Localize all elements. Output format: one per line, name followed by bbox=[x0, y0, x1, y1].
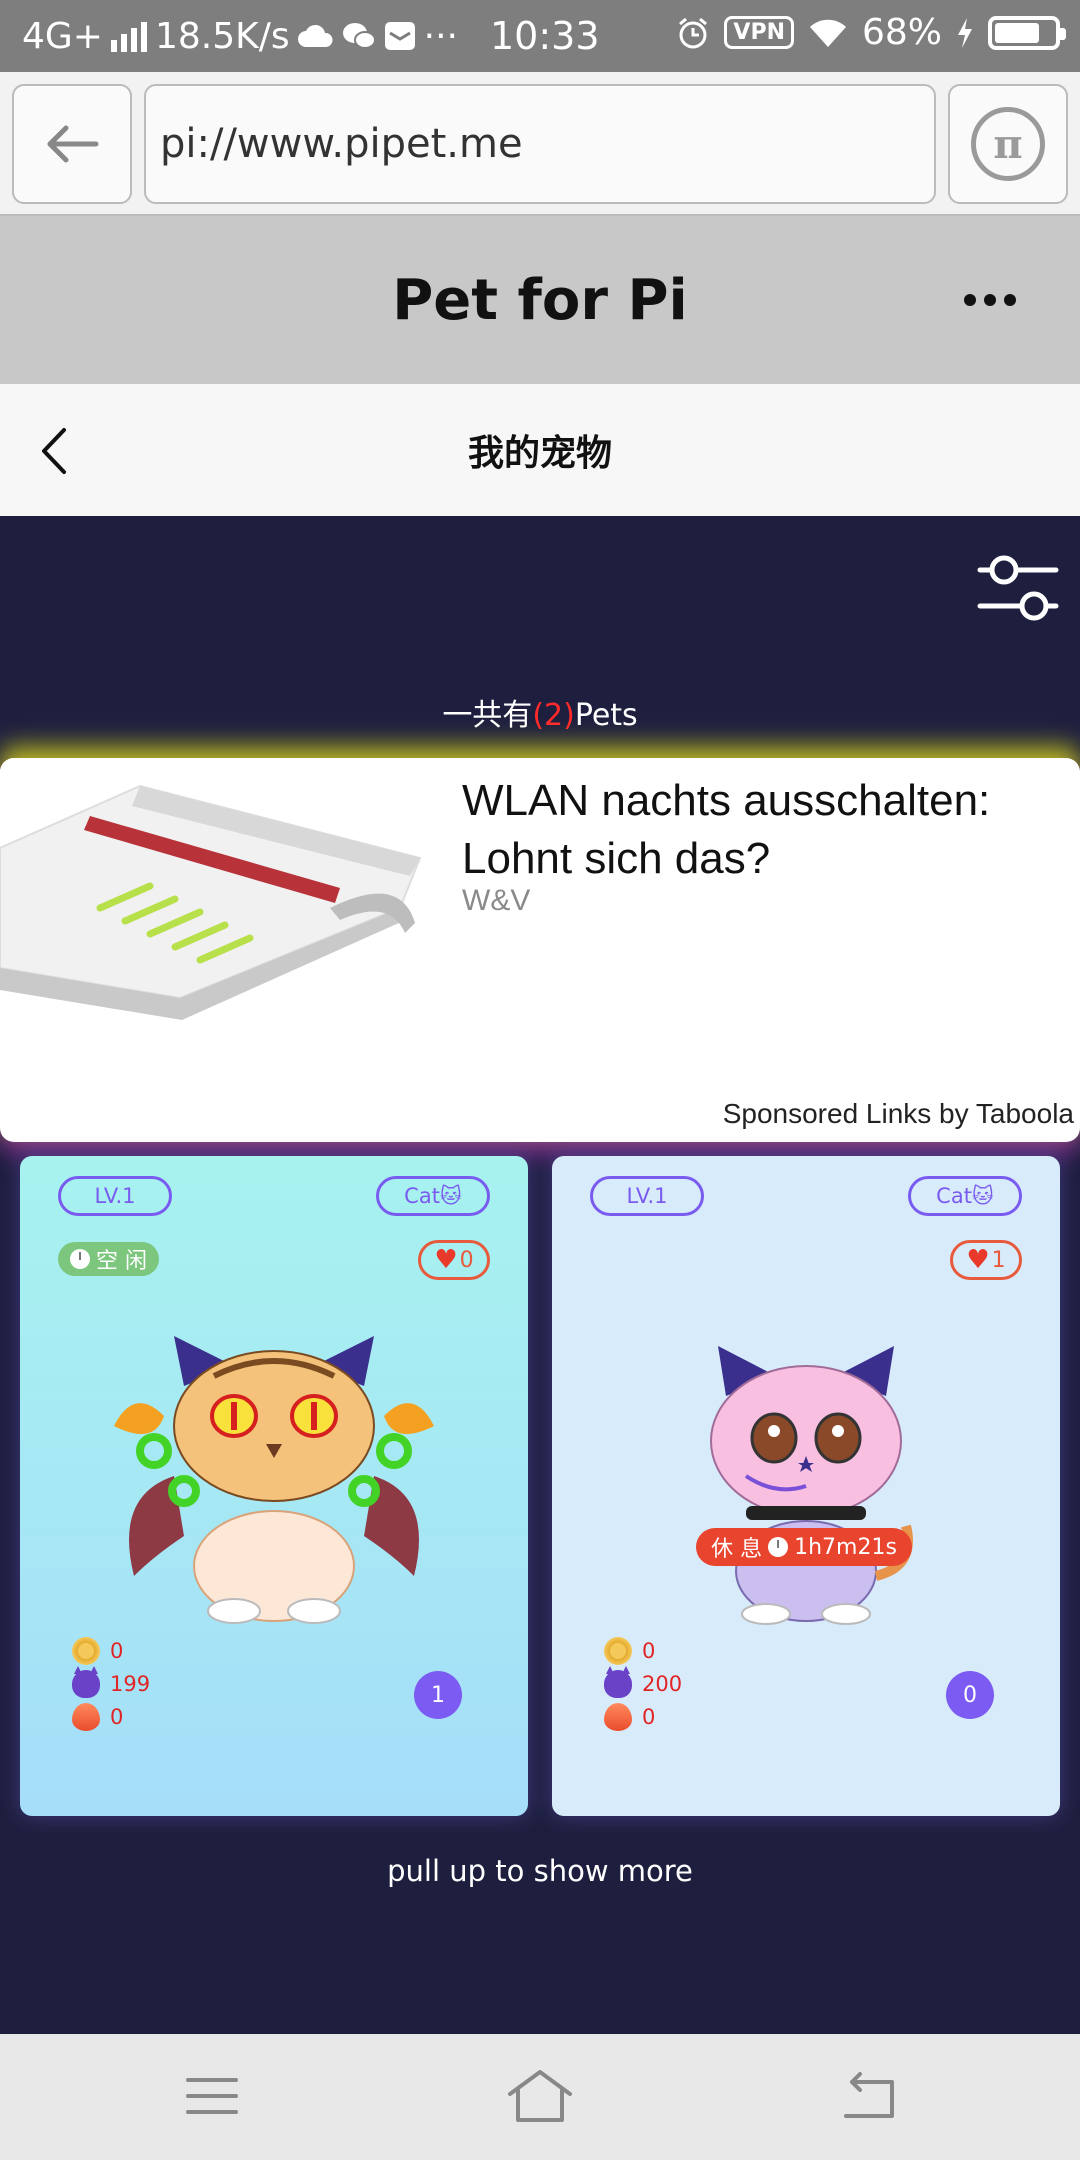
pet-card[interactable]: LV.1 Cat🐱 ♥ 1 休 息 1h7m21s 0 200 0 0 bbox=[552, 1156, 1060, 1816]
pet-count-prefix: 一共有 bbox=[442, 698, 533, 733]
pet-count-value: (2) bbox=[532, 698, 575, 733]
clock-icon bbox=[768, 1537, 789, 1557]
devil-icon bbox=[604, 1665, 632, 1698]
cat-image bbox=[114, 1336, 434, 1624]
return-icon[interactable] bbox=[838, 2068, 898, 2124]
app-header: Pet for Pi bbox=[0, 216, 1080, 384]
flame-icon bbox=[604, 1702, 632, 1731]
more-horizontal-icon bbox=[964, 294, 976, 306]
battery-icon bbox=[988, 15, 1066, 50]
level-badge: LV.1 bbox=[58, 1176, 172, 1216]
pi-browser-button[interactable]: π bbox=[948, 84, 1068, 204]
cloud-icon bbox=[297, 24, 333, 47]
pull-to-load-hint: pull up to show more bbox=[387, 1854, 693, 1888]
flame-icon bbox=[72, 1702, 100, 1731]
overflow-dots-icon: ··· bbox=[423, 15, 458, 57]
like-count: 1 bbox=[991, 1247, 1006, 1273]
stat-coins: 0 bbox=[72, 1634, 150, 1667]
count-badge[interactable]: 1 bbox=[414, 1671, 462, 1719]
page-title: 我的宠物 bbox=[467, 433, 612, 474]
charging-icon bbox=[958, 17, 972, 48]
signal-icon bbox=[110, 20, 147, 52]
heart-icon: ♥ bbox=[966, 1245, 990, 1275]
pet-type-badge: Cat🐱 bbox=[376, 1176, 490, 1216]
wifi-icon bbox=[809, 19, 846, 47]
browser-bar: pi://www.pipet.me π bbox=[0, 72, 1080, 216]
wechat-icon bbox=[342, 23, 376, 49]
stat-fire: 0 bbox=[72, 1700, 150, 1733]
system-nav-bar bbox=[0, 2034, 1080, 2160]
devil-value: 199 bbox=[110, 1671, 151, 1696]
battery-fill bbox=[995, 22, 1039, 43]
mail-icon bbox=[384, 22, 415, 50]
heart-icon: ♥ bbox=[434, 1245, 458, 1275]
alarm-icon bbox=[679, 17, 708, 48]
rest-timer-badge: 休 息 1h7m21s bbox=[696, 1528, 912, 1566]
cat-image bbox=[710, 1346, 913, 1625]
sponsored-ad[interactable]: WLAN nachts ausschalten: Lohnt sich das?… bbox=[0, 758, 1080, 1142]
pet-count-suffix: Pets bbox=[574, 698, 638, 733]
coin-icon bbox=[604, 1636, 632, 1665]
more-options-button[interactable] bbox=[964, 294, 1016, 306]
devil-value: 200 bbox=[642, 1671, 683, 1696]
pet-count: 一共有(2)Pets bbox=[0, 690, 1080, 734]
network-speed: 18.5K/s bbox=[154, 15, 290, 57]
fire-value: 0 bbox=[642, 1704, 656, 1729]
chevron-left-icon[interactable] bbox=[30, 426, 80, 476]
stat-fire: 0 bbox=[604, 1700, 682, 1733]
pet-stats: 0 199 0 bbox=[72, 1634, 150, 1733]
url-field[interactable]: pi://www.pipet.me bbox=[144, 84, 936, 204]
like-button[interactable]: ♥ 0 bbox=[418, 1240, 490, 1280]
devil-icon bbox=[72, 1665, 100, 1698]
pet-card[interactable]: LV.1 Cat🐱 空 闲 ♥ 0 0 199 0 1 bbox=[20, 1156, 528, 1816]
pet-stats: 0 200 0 bbox=[604, 1634, 682, 1733]
menu-icon[interactable] bbox=[182, 2068, 242, 2124]
level-badge: LV.1 bbox=[590, 1176, 704, 1216]
battery-percent: 68% bbox=[861, 12, 942, 53]
rest-time: 1h7m21s bbox=[794, 1534, 897, 1560]
coins-value: 0 bbox=[642, 1638, 656, 1663]
status-right: VPN 68% bbox=[676, 12, 1066, 53]
pet-type-badge: Cat🐱 bbox=[908, 1176, 1022, 1216]
stat-devil: 200 bbox=[604, 1665, 683, 1700]
vpn-badge: VPN bbox=[724, 16, 794, 49]
stat-devil: 199 bbox=[72, 1665, 151, 1700]
arrow-left-icon bbox=[47, 125, 99, 163]
clock: 10:33 bbox=[490, 14, 600, 58]
stat-coins: 0 bbox=[604, 1634, 682, 1667]
pi-logo-icon: π bbox=[971, 107, 1045, 181]
like-button[interactable]: ♥ 1 bbox=[950, 1240, 1022, 1280]
home-icon[interactable] bbox=[506, 2068, 574, 2124]
status-badge: 空 闲 bbox=[58, 1242, 159, 1276]
ad-source: W&V bbox=[462, 884, 531, 917]
network-type: 4G+ bbox=[22, 15, 103, 57]
ad-headline[interactable]: WLAN nachts ausschalten: Lohnt sich das? bbox=[462, 772, 1062, 888]
app-title: Pet for Pi bbox=[392, 267, 688, 333]
fire-value: 0 bbox=[110, 1704, 124, 1729]
status-left: 4G+ 18.5K/s ··· bbox=[22, 16, 458, 57]
coins-value: 0 bbox=[110, 1638, 124, 1663]
clock-icon bbox=[70, 1249, 90, 1269]
like-count: 0 bbox=[459, 1247, 474, 1273]
router-image bbox=[0, 758, 440, 1078]
status-label: 空 闲 bbox=[96, 1249, 147, 1274]
count-badge[interactable]: 0 bbox=[946, 1671, 994, 1719]
coin-icon bbox=[72, 1636, 100, 1665]
rest-label: 休 息 bbox=[711, 1537, 763, 1562]
ad-sponsored-label[interactable]: Sponsored Links by Taboola bbox=[723, 1098, 1074, 1130]
page-header: 我的宠物 bbox=[0, 384, 1080, 516]
browser-back-button[interactable] bbox=[12, 84, 132, 204]
sliders-icon[interactable] bbox=[976, 550, 1060, 626]
status-bar: 4G+ 18.5K/s ··· 10:33 VPN 68% bbox=[0, 0, 1080, 72]
